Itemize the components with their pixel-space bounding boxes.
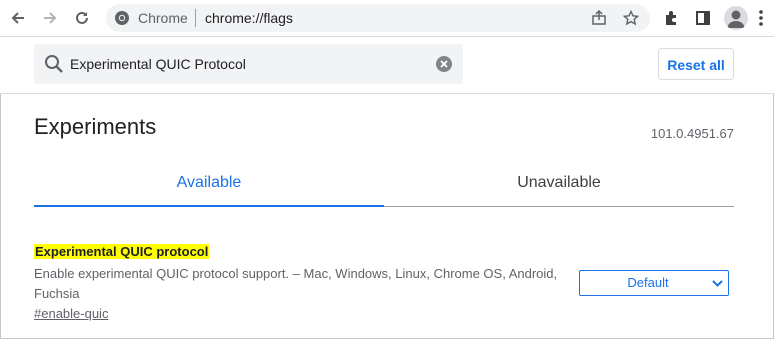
- select-value: Default: [627, 275, 669, 290]
- page-title: Experiments: [34, 114, 157, 139]
- url-text[interactable]: chrome://flags: [205, 10, 293, 26]
- side-panel-icon[interactable]: [692, 7, 714, 29]
- flags-search-box[interactable]: [34, 44, 463, 84]
- chrome-logo-icon: [115, 11, 129, 25]
- back-icon[interactable]: [6, 6, 30, 30]
- flag-title: Experimental QUIC protocol: [34, 244, 210, 259]
- version-label: 101.0.4951.67: [650, 126, 734, 141]
- forward-icon[interactable]: [38, 6, 62, 30]
- share-icon[interactable]: [590, 9, 608, 27]
- search-input[interactable]: [70, 44, 430, 84]
- flag-permalink[interactable]: #enable-quic: [34, 306, 108, 321]
- browser-toolbar: Chrome chrome://flags: [0, 0, 774, 37]
- site-label: Chrome: [138, 10, 188, 26]
- tab-available[interactable]: Available: [34, 172, 384, 208]
- tab-unavailable[interactable]: Unavailable: [384, 172, 734, 208]
- flag-state-select[interactable]: Default: [579, 270, 729, 296]
- search-icon: [45, 55, 63, 73]
- flag-description: Enable experimental QUIC protocol suppor…: [34, 266, 558, 301]
- profile-icon[interactable]: [724, 6, 748, 30]
- clear-search-icon[interactable]: [436, 56, 452, 72]
- flags-header: Reset all: [0, 37, 774, 94]
- bookmark-star-icon[interactable]: [622, 9, 640, 27]
- reset-all-button[interactable]: Reset all: [658, 48, 734, 80]
- chevron-down-icon: [712, 280, 723, 287]
- reload-icon[interactable]: [70, 6, 94, 30]
- menu-icon[interactable]: [754, 8, 768, 28]
- active-tab-indicator: [34, 205, 384, 207]
- extensions-icon[interactable]: [660, 7, 682, 29]
- address-bar[interactable]: Chrome chrome://flags: [106, 4, 650, 32]
- address-divider: [195, 9, 196, 27]
